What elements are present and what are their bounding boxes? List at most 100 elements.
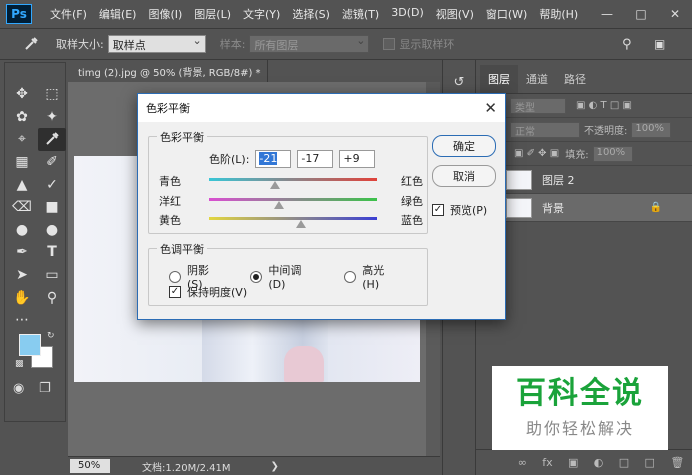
adjustment-layer-icon[interactable]: ◐ [594, 456, 604, 469]
menu-layer[interactable]: 图层(L) [188, 6, 237, 22]
link-layers-icon[interactable]: ∞ [518, 456, 527, 469]
highlights-radio[interactable] [344, 270, 357, 283]
zoom-field[interactable]: 50% [70, 459, 110, 473]
preserve-luminosity-option[interactable]: ✓ 保持明度(V) [169, 284, 247, 300]
slider-right-label: 蓝色 [401, 214, 423, 227]
tab-layers[interactable]: 图层 [480, 65, 518, 93]
sample-select[interactable]: 所有图层 [249, 34, 370, 53]
quick-mask-icon[interactable]: ◉ [13, 381, 24, 396]
healing-brush-tool-icon[interactable]: ▦ [8, 151, 36, 174]
status-arrow-icon[interactable]: ❯ [271, 461, 279, 472]
fx-icon[interactable]: fx [542, 456, 552, 469]
menu-3d[interactable]: 3D(D) [385, 6, 430, 22]
slider-track[interactable] [209, 217, 377, 220]
slider-thumb[interactable] [295, 220, 306, 228]
slider-left-label: 黄色 [159, 214, 181, 227]
slider-track[interactable] [209, 198, 377, 201]
lasso-tool-icon[interactable]: ✿ [8, 106, 36, 129]
menu-view[interactable]: 视图(V) [430, 6, 480, 22]
path-select-tool-icon[interactable]: ➤ [8, 264, 36, 287]
more-tools-icon[interactable]: ⋯ [8, 309, 36, 332]
blend-row: 正常 不透明度: 100% [476, 118, 692, 142]
lock-icons[interactable]: ▣ ✐ ✥ ▣ [514, 148, 559, 159]
tab-channels[interactable]: 通道 [518, 65, 556, 93]
move-tool-icon[interactable]: ✥ [8, 83, 36, 106]
menu-filter[interactable]: 滤镜(T) [336, 6, 385, 22]
history-panel-icon[interactable]: ↺ [446, 70, 472, 94]
document-tab[interactable]: timg (2).jpg @ 50% (背景, RGB/8#) * [68, 60, 268, 82]
layer-kind-select[interactable]: 类型 [510, 97, 566, 114]
workspace-icon[interactable]: ▣ [654, 37, 665, 51]
close-icon[interactable]: ✕ [484, 99, 497, 117]
hand-tool-icon[interactable]: ✋ [8, 286, 36, 309]
history-brush-tool-icon[interactable]: ✓ [38, 173, 66, 196]
minimize-icon[interactable]: — [590, 0, 624, 28]
menu-file[interactable]: 文件(F) [44, 6, 93, 22]
ok-button[interactable]: 确定 [432, 135, 496, 157]
foreground-color-swatch[interactable] [19, 334, 41, 356]
search-icon[interactable]: ⚲ [622, 37, 632, 52]
menu-image[interactable]: 图像(I) [142, 6, 188, 22]
preview-option[interactable]: ✓ 预览(P) [432, 202, 487, 218]
add-mask-icon[interactable]: ▣ [568, 456, 578, 469]
eyedropper-tool-icon[interactable] [38, 128, 66, 151]
layer-item[interactable]: 图层 2 [476, 166, 692, 194]
text-tool-icon[interactable]: T [38, 241, 66, 264]
menu-bar: Ps 文件(F) 编辑(E) 图像(I) 图层(L) 文字(Y) 选择(S) 滤… [0, 0, 692, 28]
shadows-radio[interactable] [169, 270, 181, 283]
preview-checkbox[interactable]: ✓ [432, 204, 444, 216]
opacity-field[interactable]: 100% [631, 121, 672, 138]
zoom-tool-icon[interactable]: ⚲ [38, 286, 66, 309]
menu-help[interactable]: 帮助(H) [533, 6, 584, 22]
menu-select[interactable]: 选择(S) [286, 6, 336, 22]
magic-wand-tool-icon[interactable]: ✦ [38, 106, 66, 129]
maximize-icon[interactable]: □ [624, 0, 658, 28]
cyan-red-level-input[interactable]: -21 [255, 150, 292, 168]
document-info: 文档:1.20M/2.41M [142, 462, 231, 474]
delete-layer-icon[interactable]: 🗑 [670, 456, 684, 469]
marquee-tool-icon[interactable]: ⬚ [38, 83, 66, 106]
sample-size-select[interactable]: 取样点 [107, 34, 206, 53]
cancel-button[interactable]: 取消 [432, 165, 496, 187]
document-tab-title: timg (2).jpg @ 50% (背景, RGB/8#) * [78, 67, 261, 79]
fill-field[interactable]: 100% [592, 145, 633, 162]
brush-tool-icon[interactable]: ✐ [38, 151, 66, 174]
magenta-green-level-input[interactable]: -17 [297, 150, 334, 168]
close-window-icon[interactable]: ✕ [658, 0, 692, 28]
layer-item-selected[interactable]: 背景 🔒 [476, 194, 692, 222]
preserve-luminosity-checkbox[interactable]: ✓ [169, 286, 181, 298]
filter-icons[interactable]: ▣ ◐ T □ ▣ [576, 100, 632, 111]
pen-tool-icon[interactable]: ✒ [8, 241, 36, 264]
tone-midtones-option[interactable]: 中间调(D) [250, 262, 318, 291]
group-icon[interactable]: □ [619, 456, 629, 469]
crop-tool-icon[interactable]: ⌖ [8, 128, 36, 151]
slider-track[interactable] [209, 178, 377, 181]
preserve-luminosity-label: 保持明度(V) [187, 286, 248, 299]
eraser-tool-icon[interactable]: ⌫ [8, 196, 36, 219]
eyedropper-icon[interactable] [20, 33, 42, 55]
stamp-tool-icon[interactable]: ▲ [8, 173, 36, 196]
screen-mode-icon[interactable]: ❐ [39, 381, 51, 396]
tone-highlights-option[interactable]: 高光(H) [344, 262, 401, 291]
swap-colors-icon[interactable]: ↻ [47, 331, 55, 341]
new-layer-icon[interactable]: □ [645, 456, 655, 469]
slider-thumb[interactable] [270, 181, 281, 189]
slider-thumb[interactable] [273, 201, 284, 209]
blur-tool-icon[interactable]: ● [8, 219, 36, 242]
menu-window[interactable]: 窗口(W) [480, 6, 533, 22]
fill-label: 填充: [565, 150, 589, 161]
sample-size-label: 取样大小: [56, 38, 104, 51]
blend-mode-select[interactable]: 正常 [510, 121, 580, 138]
midtones-radio[interactable] [250, 270, 263, 283]
menu-type[interactable]: 文字(Y) [237, 6, 286, 22]
dodge-tool-icon[interactable]: ● [38, 219, 66, 242]
tab-paths[interactable]: 路径 [556, 65, 594, 93]
gradient-tool-icon[interactable]: ■ [38, 196, 66, 219]
opacity-label: 不透明度: [584, 126, 628, 137]
menu-edit[interactable]: 编辑(E) [93, 6, 143, 22]
shape-tool-icon[interactable]: ▭ [38, 264, 66, 287]
yellow-blue-slider: 黄色 蓝色 [159, 210, 423, 228]
show-ring-checkbox[interactable] [383, 38, 396, 50]
yellow-blue-level-input[interactable]: +9 [339, 150, 376, 168]
default-colors-icon[interactable]: ▩ [15, 359, 24, 369]
